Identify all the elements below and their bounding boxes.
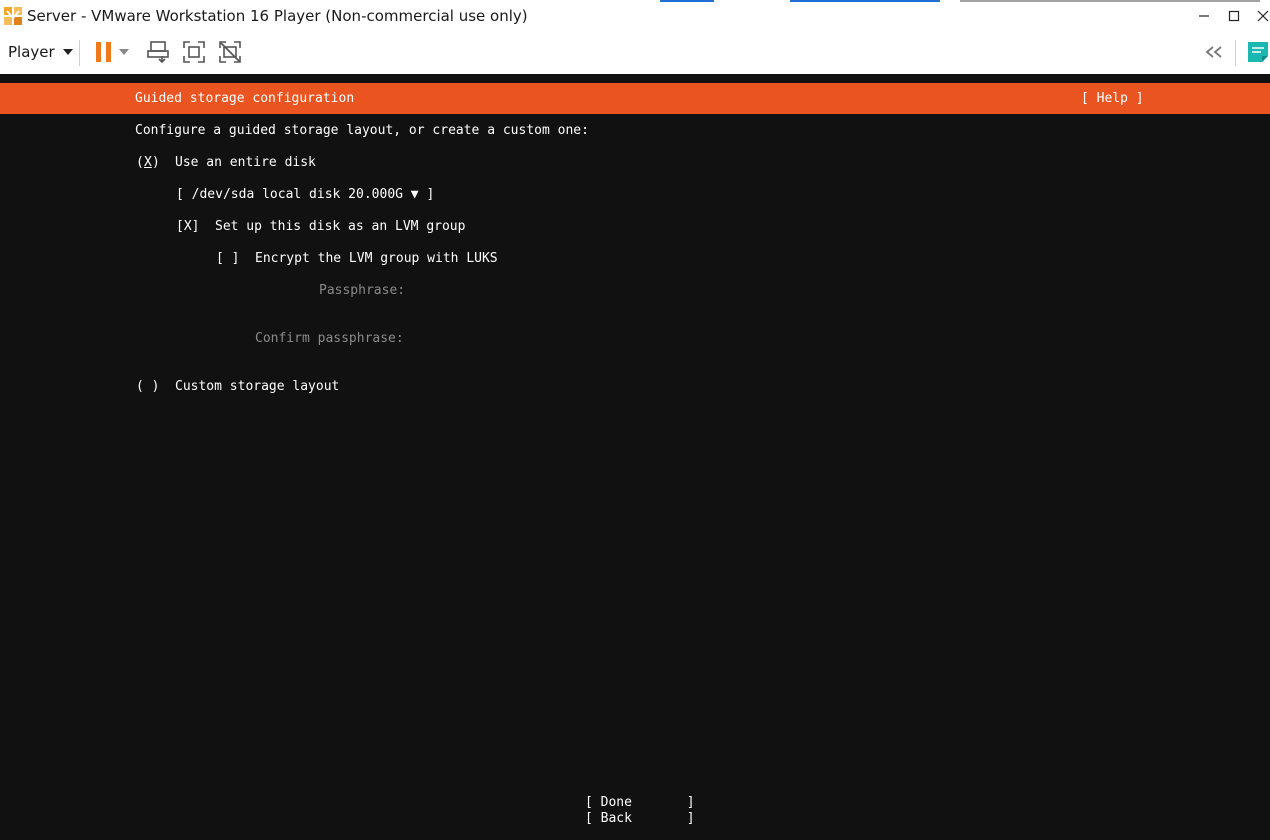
vmware-player-icon (3, 6, 23, 26)
use-entire-disk-label: Use an entire disk (175, 155, 316, 170)
luks-checkbox[interactable]: [ ] (216, 251, 239, 267)
collapse-icon (1205, 46, 1222, 58)
disk-select[interactable]: [ /dev/sda local disk 20.000G ▼ ] (176, 187, 434, 203)
lvm-checkbox[interactable]: [X] (176, 219, 199, 235)
background-window-edge (790, 0, 940, 2)
collapse-toolbar-button[interactable] (1199, 37, 1229, 67)
custom-storage-label: Custom storage layout (175, 379, 340, 394)
window-title: Server - VMware Workstation 16 Player (N… (27, 7, 528, 25)
radio-open-paren: ( (136, 155, 144, 170)
message-log-button[interactable] (1243, 37, 1270, 67)
background-window-edge (960, 0, 1260, 2)
full-screen-icon (183, 41, 205, 63)
pause-icon (96, 42, 111, 62)
send-ctrl-alt-del-icon (147, 41, 169, 64)
installer-header: Guided storage configuration [ Help ] (0, 83, 1270, 114)
radio-selected-mark: X (144, 155, 152, 170)
maximize-button[interactable] (1221, 4, 1247, 28)
custom-radio[interactable]: ( ) (136, 379, 159, 395)
player-menu-button[interactable]: Player (4, 38, 77, 66)
maximize-icon (1228, 10, 1240, 22)
message-icon (1248, 42, 1268, 62)
back-button[interactable]: [ Back ] (585, 811, 695, 827)
vm-display-border (0, 74, 1270, 83)
minimize-button[interactable] (1191, 4, 1217, 28)
full-screen-button[interactable] (179, 37, 209, 67)
confirm-passphrase-label: Confirm passphrase: (255, 331, 404, 346)
close-icon (1257, 10, 1269, 22)
passphrase-label: Passphrase: (319, 283, 406, 298)
page-title: Guided storage configuration (135, 91, 355, 106)
pause-options-dropdown[interactable] (114, 37, 134, 67)
radio-close-paren: ) (152, 155, 160, 170)
unity-button[interactable] (215, 37, 245, 67)
send-ctrl-alt-del-button[interactable] (143, 37, 173, 67)
lvm-label: Set up this disk as an LVM group (215, 219, 466, 234)
chevron-down-icon (62, 49, 73, 55)
done-button[interactable]: [ Done ] (585, 795, 695, 811)
unity-icon (219, 41, 241, 63)
player-menu-label: Player (8, 43, 55, 61)
vm-console[interactable]: Guided storage configuration [ Help ] Co… (0, 83, 1270, 840)
close-button[interactable] (1250, 4, 1270, 28)
intro-text: Configure a guided storage layout, or cr… (135, 123, 589, 138)
background-window-edge (660, 0, 714, 2)
dropdown-arrow-icon (119, 49, 129, 55)
window-title-bar[interactable]: Server - VMware Workstation 16 Player (N… (0, 0, 1270, 33)
toolbar-divider (79, 40, 80, 66)
luks-label: Encrypt the LVM group with LUKS (255, 251, 498, 266)
toolbar-divider (1235, 40, 1236, 66)
minimize-icon (1199, 15, 1209, 17)
help-button[interactable]: [ Help ] (1081, 91, 1144, 107)
player-toolbar: Player (0, 32, 1270, 74)
